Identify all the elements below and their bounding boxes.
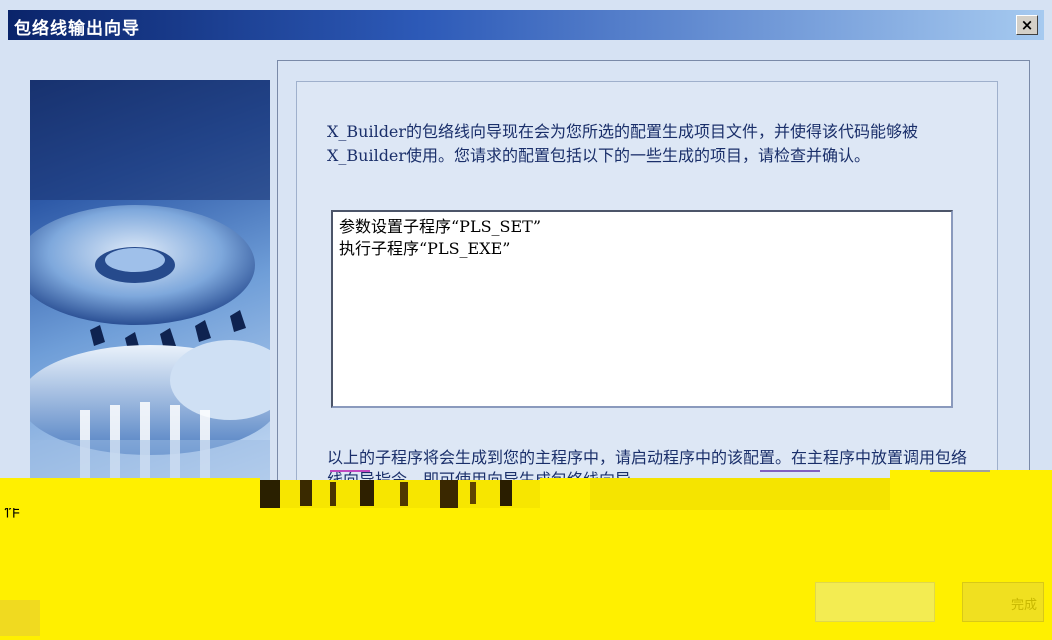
left-note-text: 该项配置，在主程子程序下载并工作 [4,479,245,520]
finish-button-label: 完成 [1010,598,1037,613]
items-list[interactable]: 参数设置子程序“PLS_SET” 执行子程序“PLS_EXE” [331,210,953,408]
intro-text: X_Builder的包络线向导现在会为您所选的配置生成项目文件，并使得该代码能够… [327,122,919,165]
content-frame: X_Builder的包络线向导现在会为您所选的配置生成项目文件，并使得该代码能够… [277,60,1030,520]
wizard-graphic [30,80,270,500]
close-icon: × [1020,16,1034,34]
content-panel: X_Builder的包络线向导现在会为您所选的配置生成项目文件，并使得该代码能够… [296,81,998,513]
list-item: 执行子程序“PLS_EXE” [339,239,511,258]
list-item: 参数设置子程序“PLS_SET” [339,217,542,236]
title-bar: 包络线输出向导 × [8,10,1044,40]
window-title: 包络线输出向导 [14,19,140,39]
close-button[interactable]: × [1016,15,1038,35]
finish-button[interactable]: 完成 [962,582,1044,622]
bottom-text: 以上的子程序将会生成到您的主程序中，请启动程序中的该配置。在主程序中放置调用包络… [327,448,968,489]
gear-icon [30,80,270,500]
back-button[interactable] [815,582,935,622]
side-artifact [0,600,40,636]
wizard-window: 包络线输出向导 × X_Builder的包络线向导现在会为您所选的配置生成项目文… [0,0,1052,640]
